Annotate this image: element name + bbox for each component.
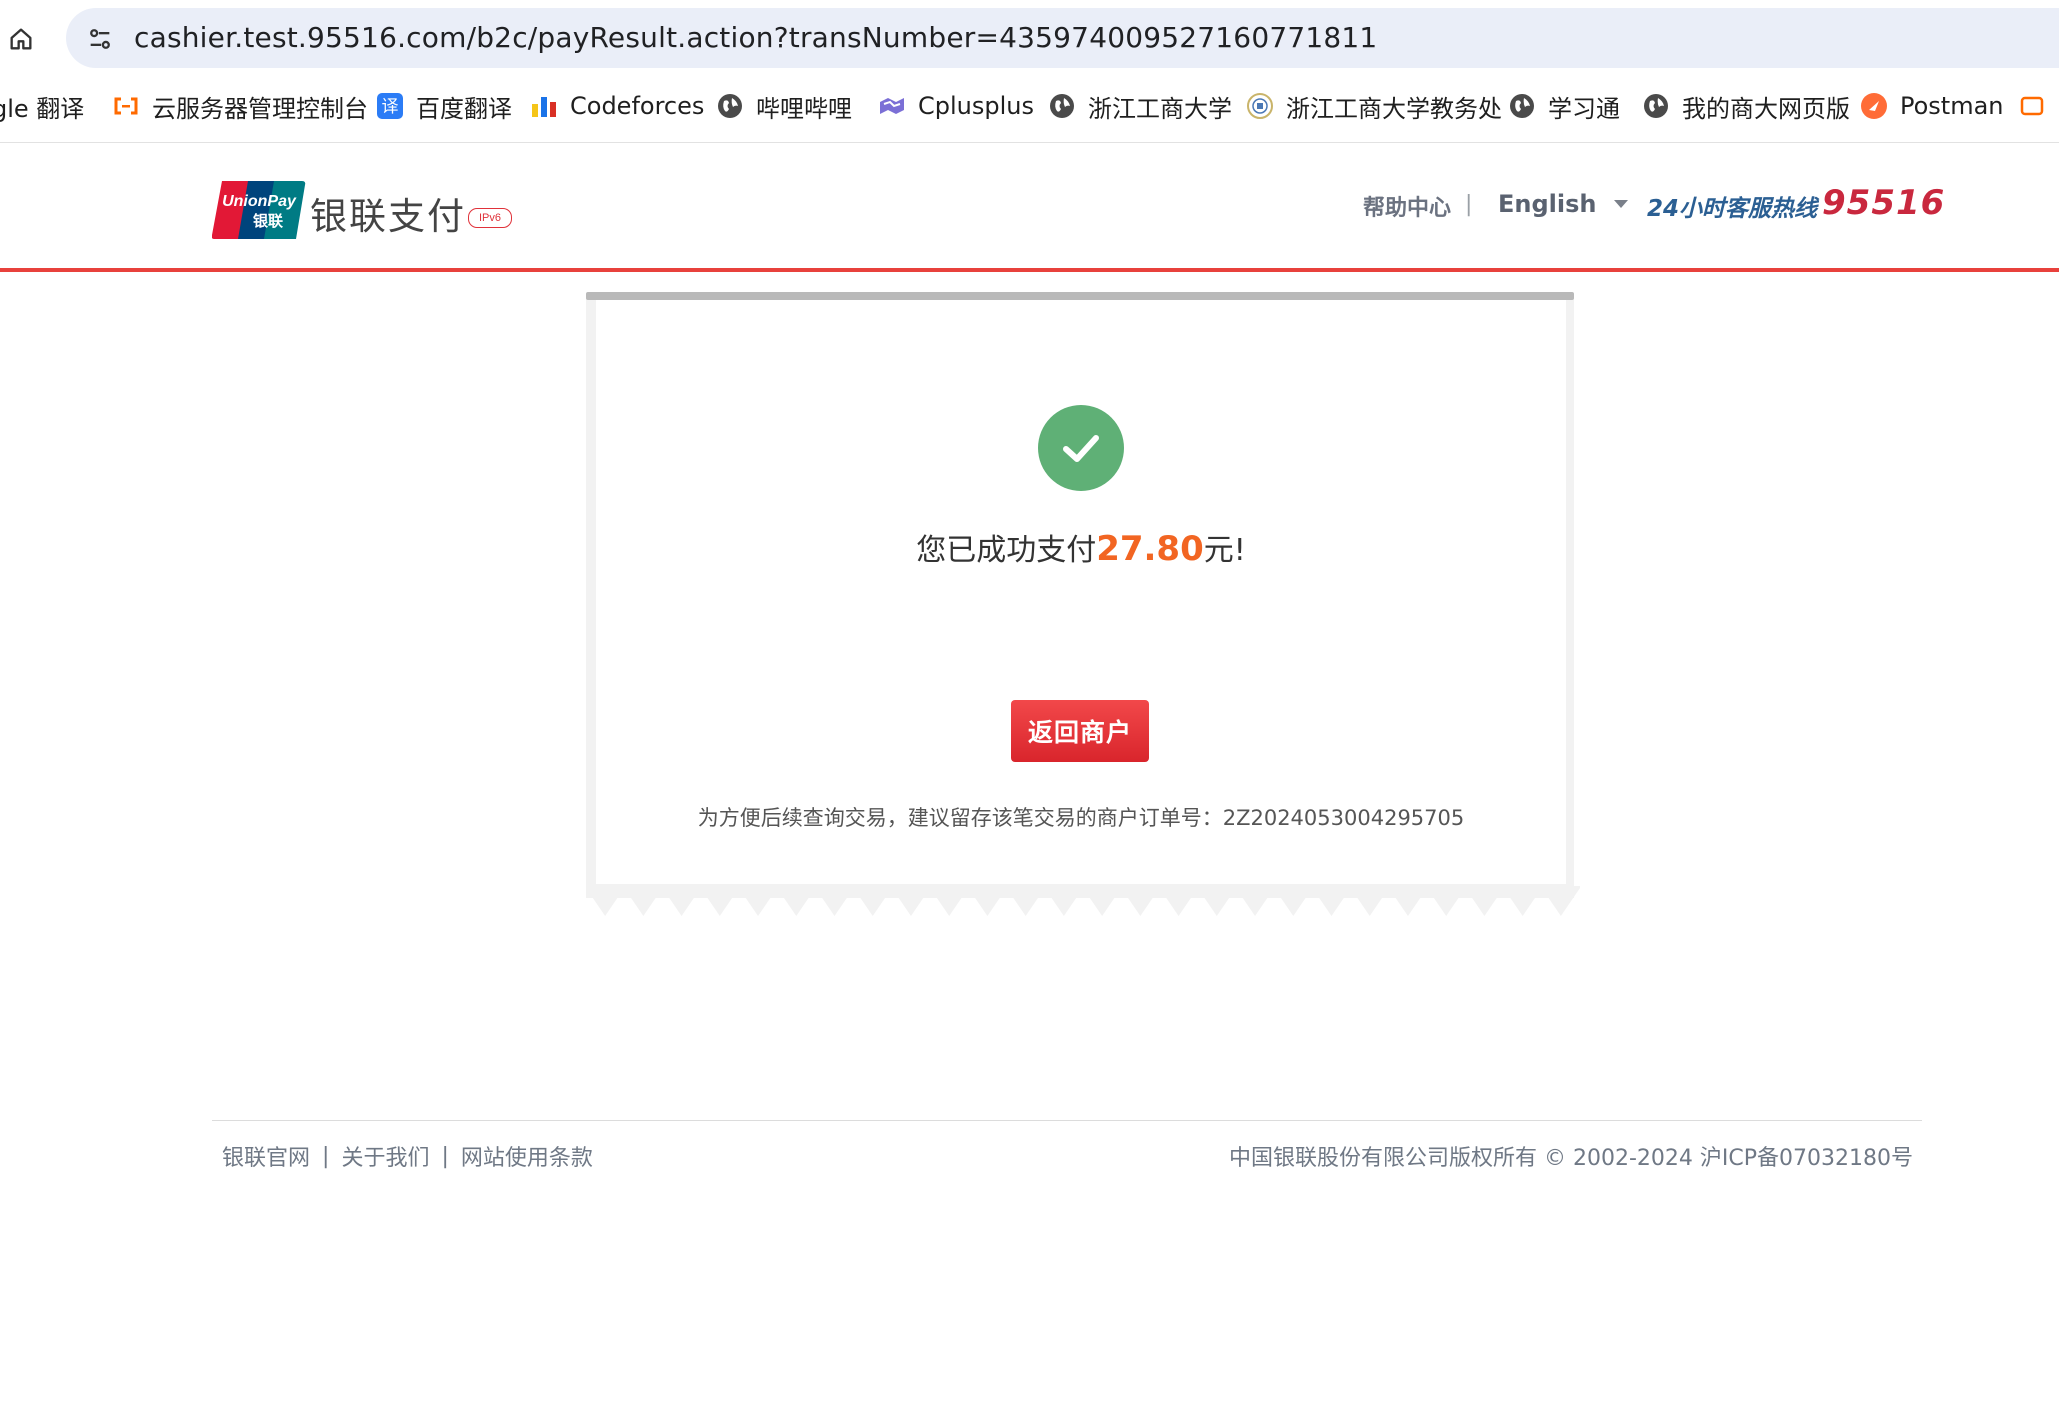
bookmark-shangda[interactable]: 我的商大网页版 (1642, 86, 1850, 126)
hotline-number: 95516 (1822, 183, 1946, 223)
language-label: English (1498, 190, 1597, 218)
receipt-card (596, 300, 1566, 884)
bookmark-baidu-translate[interactable]: 译 百度翻译 (376, 86, 512, 126)
bookmark-postman[interactable]: Postman (1860, 86, 2004, 126)
bookmark-label: 百度翻译 (416, 94, 512, 123)
globe-icon (1048, 92, 1076, 120)
site-settings-icon[interactable] (86, 25, 114, 53)
aliyun-icon (112, 92, 140, 120)
bookmark-codeforces[interactable]: Codeforces (530, 86, 704, 126)
bookmark-xuexitong[interactable]: 学习通 (1508, 86, 1620, 126)
codeforces-icon (530, 92, 558, 120)
brand-title: 银联支付 (310, 195, 466, 238)
bookmark-google-translate[interactable]: gle 翻译 (0, 86, 84, 126)
bookmark-label: 云服务器管理控制台 (152, 94, 368, 123)
unionpay-logo[interactable]: UnionPay 银联 (211, 181, 306, 239)
bookmark-label: 浙江工商大学 (1088, 94, 1232, 123)
bookmark-icon (2018, 92, 2046, 120)
postman-icon (1860, 92, 1888, 120)
success-prefix: 您已成功支付 (916, 533, 1097, 568)
bookmark-label: Cplusplus (918, 92, 1034, 120)
footer-links: 银联官网 | 关于我们 | 网站使用条款 (222, 1140, 593, 1172)
footer-separator: | (322, 1143, 330, 1169)
svg-text:UnionPay: UnionPay (222, 193, 297, 210)
globe-icon (716, 92, 744, 120)
globe-icon (1642, 92, 1670, 120)
baidu-translate-icon: 译 (376, 92, 404, 120)
svg-text:银联: 银联 (253, 212, 284, 230)
hotline-label: 24小时客服热线 (1647, 196, 1818, 222)
receipt-slot (586, 292, 1574, 300)
payment-success-message: 您已成功支付27.80元! (596, 525, 1566, 569)
success-suffix: 元! (1203, 533, 1246, 568)
url-text[interactable]: cashier.test.95516.com/b2c/payResult.act… (134, 20, 1377, 56)
bookmark-label: 哔哩哔哩 (756, 94, 852, 123)
language-select[interactable]: English (1498, 190, 1629, 218)
home-icon[interactable] (4, 22, 38, 56)
header-divider (0, 268, 2059, 272)
bookmark-label: 我的商大网页版 (1682, 94, 1850, 123)
return-merchant-button[interactable]: 返回商户 (1011, 700, 1149, 762)
cplusplus-icon (878, 92, 906, 120)
address-bar[interactable]: cashier.test.95516.com/b2c/payResult.act… (66, 8, 2059, 68)
bookmark-label: Postman (1900, 92, 2004, 120)
bookmark-aliyun[interactable]: 云服务器管理控制台 (112, 86, 368, 126)
copyright-text: 中国银联股份有限公司版权所有 © 2002-2024 沪ICP备07032180… (1229, 1146, 1913, 1171)
globe-icon (1508, 92, 1536, 120)
bookmark-label: 学习通 (1548, 94, 1620, 123)
browser-chrome: cashier.test.95516.com/b2c/payResult.act… (0, 0, 2059, 143)
footer-separator: | (441, 1143, 449, 1169)
footer-link-official-site[interactable]: 银联官网 (222, 1140, 310, 1172)
paid-amount: 27.80 (1096, 529, 1204, 569)
footer-link-terms[interactable]: 网站使用条款 (461, 1140, 593, 1172)
ipv6-badge: IPv6 (468, 208, 512, 228)
bookmark-overflow[interactable] (2018, 86, 2058, 126)
caret-down-icon (1614, 200, 1629, 208)
footer-divider (212, 1120, 1922, 1121)
bookmarks-bar: gle 翻译 云服务器管理控制台 译 百度翻译 Codeforces 哔哩哔哩 (0, 86, 2059, 126)
bookmark-label: gle 翻译 (0, 94, 85, 123)
bookmark-cplusplus[interactable]: Cplusplus (878, 86, 1034, 126)
svg-text:译: 译 (382, 97, 399, 117)
bookmark-zjgsu[interactable]: 浙江工商大学 (1048, 86, 1232, 126)
header-separator: | (1465, 192, 1473, 217)
bookmark-label: 浙江工商大学教务处 (1286, 94, 1502, 123)
success-check-icon (1038, 405, 1124, 491)
bookmark-zjgsu-jwc[interactable]: 浙江工商大学教务处 (1246, 86, 1502, 126)
bookmark-label: Codeforces (570, 92, 705, 120)
footer-link-about-us[interactable]: 关于我们 (341, 1140, 429, 1172)
university-seal-icon (1246, 92, 1274, 120)
bookmark-bilibili[interactable]: 哔哩哔哩 (716, 86, 852, 126)
help-center-link[interactable]: 帮助中心 (1363, 190, 1451, 222)
receipt-zigzag-edge (586, 886, 1580, 916)
order-number-note: 为方便后续查询交易，建议留存该笔交易的商户订单号：2Z2024053004295… (697, 806, 1465, 830)
